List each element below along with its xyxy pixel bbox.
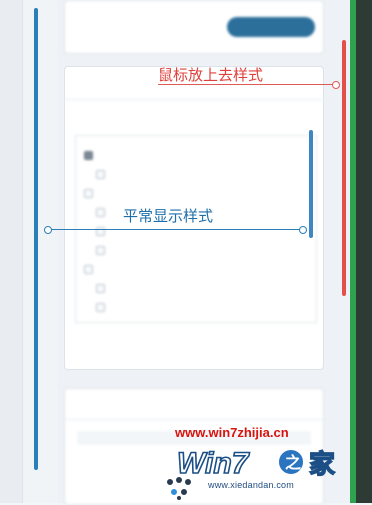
inner-scrollbar-thumb[interactable] bbox=[309, 130, 313, 238]
bottom-divider bbox=[65, 419, 323, 420]
left-gutter bbox=[0, 0, 58, 503]
tree-row[interactable] bbox=[96, 243, 110, 257]
normal-annotation-left-endpoint bbox=[44, 226, 52, 234]
tree-row-checkbox[interactable] bbox=[96, 302, 105, 312]
logo-text: Win7 bbox=[177, 447, 250, 479]
tree-row[interactable] bbox=[96, 300, 110, 314]
tree-row[interactable] bbox=[84, 148, 98, 162]
tree-row-checkbox[interactable] bbox=[96, 169, 105, 179]
green-edge-strip bbox=[350, 0, 356, 503]
action-button[interactable] bbox=[227, 17, 315, 37]
top-card bbox=[64, 0, 324, 54]
win7-logo: Win7 之 家 bbox=[176, 446, 336, 479]
tree-row[interactable] bbox=[84, 186, 98, 200]
header-divider bbox=[65, 99, 323, 100]
logo-orb-glyph: 之 bbox=[285, 453, 301, 472]
normal-annotation-line bbox=[47, 229, 304, 230]
tree-row[interactable] bbox=[84, 262, 98, 276]
tree-row-checkbox[interactable] bbox=[96, 226, 105, 236]
normal-style-scrollbar-sample[interactable] bbox=[34, 8, 38, 470]
tree-row-checkbox[interactable] bbox=[96, 245, 105, 255]
tree-row[interactable] bbox=[96, 224, 110, 238]
hover-style-label: 鼠标放上去样式 bbox=[158, 66, 264, 84]
tree-row-checkbox[interactable] bbox=[96, 207, 105, 217]
tree-row-checkbox[interactable] bbox=[84, 264, 93, 274]
right-zone bbox=[328, 0, 350, 503]
dots-logo-icon bbox=[167, 477, 191, 500]
tree-row[interactable] bbox=[96, 205, 110, 219]
logo-char: 家 bbox=[309, 449, 335, 479]
hover-style-scrollbar-sample[interactable] bbox=[342, 40, 346, 296]
normal-annotation-right-endpoint bbox=[299, 226, 307, 234]
watermark-sub-url: www.xiedandan.com bbox=[208, 480, 294, 490]
left-edge bbox=[0, 0, 23, 503]
watermark-url: www.win7zhijia.cn bbox=[175, 425, 289, 440]
hover-annotation-endpoint bbox=[332, 81, 340, 89]
tree-row-checkbox[interactable] bbox=[84, 188, 93, 198]
normal-style-label: 平常显示样式 bbox=[123, 207, 214, 225]
tree-row[interactable] bbox=[96, 167, 110, 181]
tree-row-checkbox[interactable] bbox=[84, 150, 93, 160]
tree-row-checkbox[interactable] bbox=[96, 283, 105, 293]
tree-row[interactable] bbox=[96, 281, 110, 295]
